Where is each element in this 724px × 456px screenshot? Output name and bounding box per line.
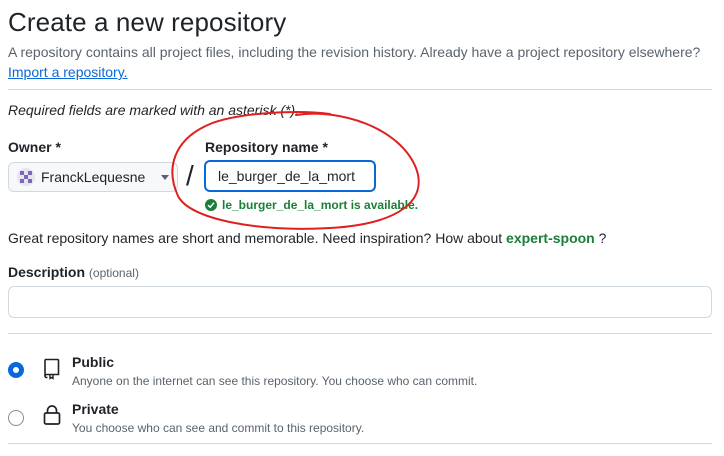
name-inspiration: Great repository names are short and mem… bbox=[8, 228, 606, 248]
description-input[interactable] bbox=[8, 286, 712, 318]
description-label: Description (optional) bbox=[8, 262, 139, 283]
repository-name-input[interactable] bbox=[204, 160, 376, 192]
private-radio[interactable] bbox=[8, 410, 24, 426]
owner-name: FranckLequesne bbox=[41, 169, 146, 185]
suggested-name-link[interactable]: expert-spoon bbox=[506, 230, 595, 246]
public-description: Anyone on the internet can see this repo… bbox=[72, 374, 478, 388]
description-label-text: Description bbox=[8, 264, 86, 280]
check-circle-icon bbox=[205, 199, 217, 211]
page-intro: A repository contains all project files,… bbox=[8, 44, 701, 60]
owner-select[interactable]: FranckLequesne bbox=[8, 162, 178, 192]
private-description: You choose who can see and commit to thi… bbox=[72, 421, 365, 435]
owner-label: Owner * bbox=[8, 139, 61, 155]
required-fields-note: Required fields are marked with an aster… bbox=[8, 102, 300, 118]
avatar-icon bbox=[17, 168, 35, 186]
page-title: Create a new repository bbox=[8, 7, 287, 37]
public-title: Public bbox=[72, 354, 115, 370]
repo-icon bbox=[40, 356, 64, 385]
inspiration-text: Great repository names are short and mem… bbox=[8, 230, 503, 246]
divider bbox=[8, 89, 712, 90]
optional-hint: (optional) bbox=[88, 266, 139, 280]
import-repository-link[interactable]: Import a repository. bbox=[8, 62, 128, 82]
private-title: Private bbox=[72, 401, 119, 417]
inspiration-suffix: ? bbox=[598, 230, 607, 246]
availability-text: le_burger_de_la_mort is available. bbox=[222, 198, 419, 212]
repository-name-label: Repository name * bbox=[205, 139, 328, 155]
divider bbox=[8, 443, 712, 444]
owner-repo-separator: / bbox=[186, 160, 194, 191]
availability-message: le_burger_de_la_mort is available. bbox=[205, 197, 418, 213]
public-radio[interactable] bbox=[8, 362, 24, 378]
lock-icon bbox=[40, 403, 64, 432]
divider bbox=[8, 333, 712, 334]
chevron-down-icon bbox=[161, 174, 169, 180]
